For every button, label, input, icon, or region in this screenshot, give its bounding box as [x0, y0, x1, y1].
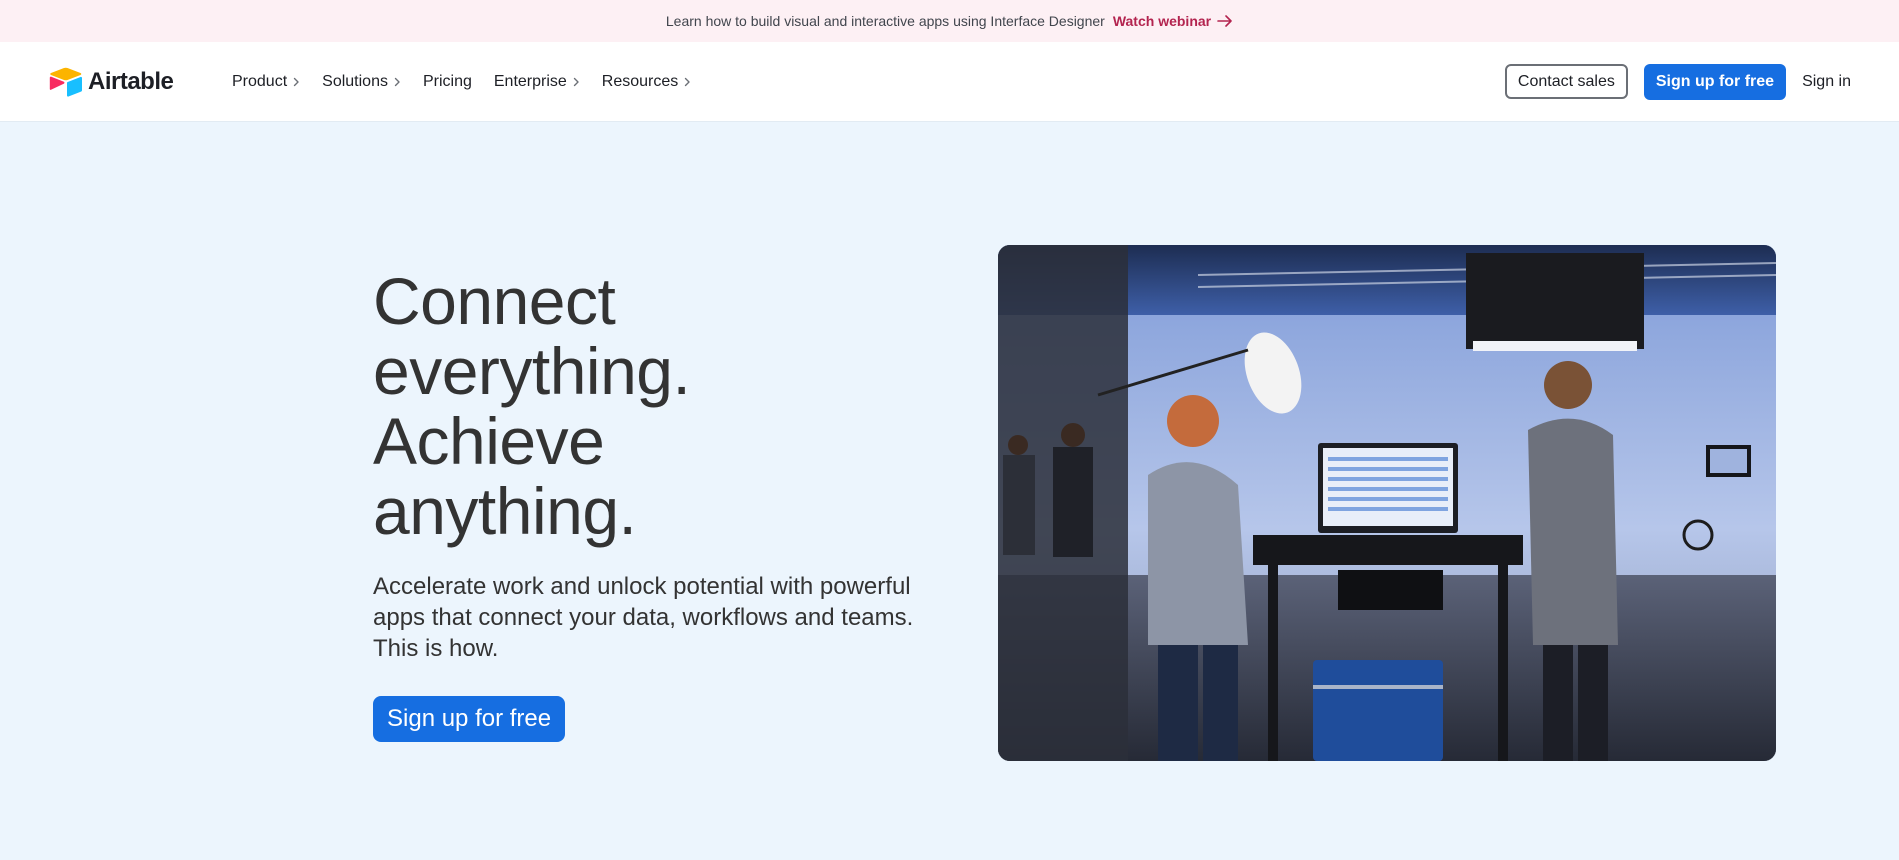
nav-label: Pricing	[422, 72, 472, 90]
hero-photo	[998, 245, 1776, 761]
watch-webinar-label: Watch webinar	[1112, 13, 1212, 29]
arrow-right-icon	[1217, 15, 1232, 27]
hero-title: Connect everything. Achieve anything.	[373, 266, 933, 546]
chevron-right-icon	[394, 77, 400, 86]
hero-title-line: anything.	[373, 474, 637, 548]
hero-title-line: Achieve	[373, 404, 605, 478]
chevron-right-icon	[293, 77, 299, 86]
nav-label: Resources	[601, 72, 679, 90]
site-header: Airtable Product Solutions Pricing Enter…	[0, 42, 1899, 121]
hero-title-line: everything.	[373, 334, 691, 408]
logo-wordmark: Airtable	[88, 68, 174, 95]
hero-subtitle: Accelerate work and unlock potential wit…	[373, 573, 914, 662]
signin-link[interactable]: Sign in	[1802, 73, 1851, 91]
nav-item-enterprise[interactable]: Enterprise	[494, 73, 580, 91]
nav-label: Product	[232, 72, 288, 90]
chevron-right-icon	[573, 77, 579, 86]
nav-label: Solutions	[322, 72, 388, 90]
airtable-logo[interactable]: Airtable	[48, 66, 174, 98]
contact-sales-button[interactable]: Contact sales	[1504, 64, 1628, 99]
header-actions: Contact sales Sign up for free Sign in	[1504, 42, 1851, 121]
nav-item-pricing[interactable]: Pricing	[423, 73, 472, 91]
nav-item-product[interactable]: Product	[232, 73, 300, 91]
airtable-logo-icon	[49, 67, 82, 97]
chevron-right-icon	[685, 77, 690, 86]
watch-webinar-link[interactable]: Watch webinar	[1113, 13, 1233, 29]
announcement-banner: Learn how to build visual and interactiv…	[0, 0, 1899, 42]
studio-scene-illustration	[998, 245, 1776, 761]
hero-signup-button[interactable]: Sign up for free	[373, 696, 566, 742]
nav-item-solutions[interactable]: Solutions	[322, 73, 401, 91]
nav-label: Enterprise	[493, 72, 567, 90]
main-nav: Product Solutions Pricing Enterprise Res…	[232, 42, 713, 121]
hero-title-line: Connect	[373, 264, 616, 338]
header-signup-button[interactable]: Sign up for free	[1643, 63, 1787, 100]
nav-item-resources[interactable]: Resources	[602, 73, 691, 91]
banner-text: Learn how to build visual and interactiv…	[665, 13, 1105, 29]
